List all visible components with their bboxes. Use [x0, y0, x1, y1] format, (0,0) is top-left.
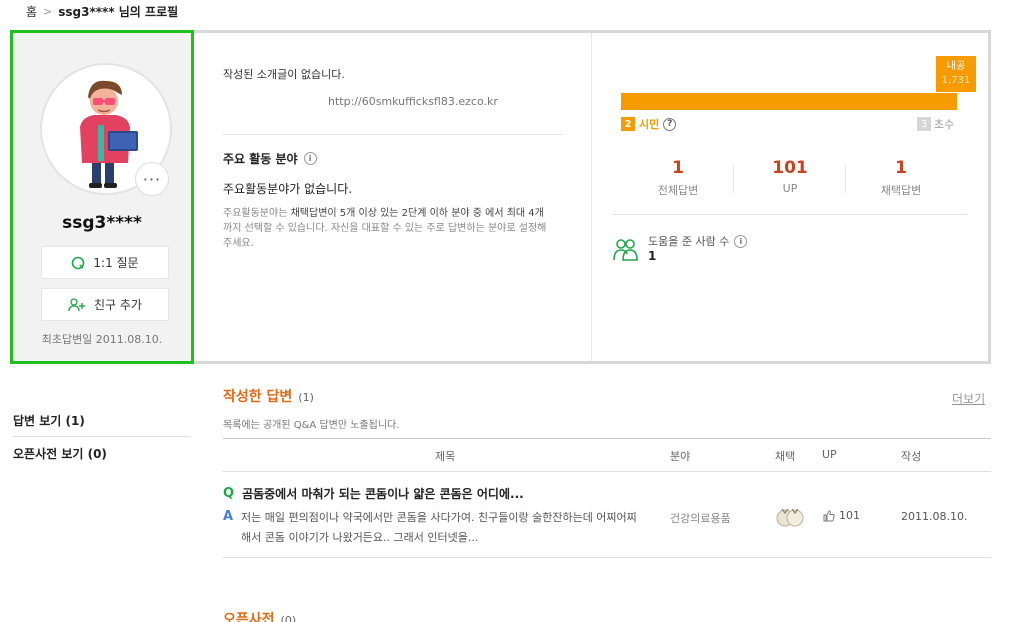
table-border [223, 557, 991, 558]
answers-section-title: 작성한 답변 (1) [223, 386, 314, 406]
main-field-description: 주요활동분야는 채택답변이 5개 이상 있는 2단계 이하 분야 중 에서 최대… [223, 206, 553, 251]
dict-section-title-text: 오픈사전 [223, 612, 275, 622]
stat-adopted-answers[interactable]: 1 채택답변 [845, 158, 957, 198]
menu-answers[interactable]: 답변 보기 (1) [13, 412, 191, 429]
add-friend-label: 친구 추가 [94, 298, 142, 312]
column-header-adopt: 채택 [775, 450, 796, 463]
grade-help-icon[interactable]: ? [663, 117, 677, 131]
table-border [223, 471, 991, 472]
row-field: 건강의료용품 [670, 512, 731, 525]
profile-nickname: ssg3**** [62, 213, 142, 233]
people-icon [613, 239, 638, 261]
grade-points-value: 1,731 [941, 75, 971, 86]
breadcrumb-current: ssg3**** 님의 프로필 [58, 5, 179, 19]
info-icon[interactable]: i [734, 234, 748, 248]
profile-card: ··· ssg3**** 1:1 질문 친구 추가 최초답변일 2011.08.… [10, 30, 194, 364]
stat-value: 101 [772, 158, 808, 178]
grade-current-number: 2 [621, 117, 635, 131]
main-field-empty: 주요활동분야가 없습니다. [223, 182, 353, 196]
stat-label: UP [782, 182, 798, 195]
grade-progress-fill [621, 93, 957, 110]
thumbs-up-icon [823, 510, 835, 521]
column-header-date: 작성 [901, 450, 922, 463]
profile-more-button[interactable]: ··· [135, 162, 169, 196]
answers-section-title-text: 작성한 답변 [223, 389, 293, 405]
profile-intro: 작성된 소개글이 없습니다. [223, 68, 345, 81]
row-up[interactable]: 101 [823, 509, 860, 522]
column-header-up: UP [822, 448, 837, 461]
breadcrumb-separator: > [43, 5, 53, 18]
answers-notice: 목록에는 공개된 Q&A 답변만 노출됩니다. [223, 420, 400, 431]
qna-question-label: 1:1 질문 [93, 256, 139, 270]
row-date: 2011.08.10. [901, 510, 968, 523]
menu-open-dictionary[interactable]: 오픈사전 보기 (0) [13, 445, 191, 462]
stat-value: 1 [672, 158, 684, 178]
column-header-field: 분야 [670, 450, 691, 463]
answers-section-count: (1) [298, 391, 314, 404]
add-friend-button[interactable]: 친구 추가 [41, 288, 169, 321]
column-divider [591, 33, 592, 361]
qna-question-button[interactable]: 1:1 질문 [41, 246, 169, 279]
helped-count-text: 도움을 준 사람 수 [648, 235, 730, 248]
grade-next-number: 3 [917, 117, 931, 131]
stat-value: 1 [895, 158, 907, 178]
table-row-question[interactable]: Q 곰돔중에서 마춰가 되는 콘돔이나 얇은 콘돔은 어디에... [223, 485, 524, 502]
first-answer-date: 최초답변일 2011.08.10. [41, 333, 163, 346]
desc-prefix: 주요활동분야는 [223, 208, 291, 219]
q-icon [72, 256, 85, 269]
divider [612, 214, 967, 215]
stat-label: 전체답변 [657, 184, 699, 197]
desc-bold: 채택답변이 5개 이상 있는 2단계 이하 분야 중 에서 최대 4개 [290, 208, 544, 219]
main-field-title: 주요 활동 분야 i [223, 150, 317, 167]
info-icon[interactable]: i [303, 152, 317, 165]
grade-progress-bar [621, 93, 957, 110]
answers-more-link[interactable]: 더보기 [952, 390, 985, 407]
dict-section-count: (0) [280, 614, 297, 622]
main-field-title-text: 주요 활동 분야 [223, 152, 298, 166]
grade-next: 3 초수 [917, 116, 954, 132]
stat-up[interactable]: 101 UP [734, 158, 846, 195]
desc-suffix: 까지 선택할 수 있습니다. 자신을 대표할 수 있는 주로 답변하는 분야로 … [223, 223, 547, 249]
grade-points-label: 내공 [946, 61, 966, 72]
adopted-medal-icon [776, 508, 804, 527]
answer-mark-icon: A [223, 509, 234, 524]
grade-current-name: 시민 [639, 118, 660, 131]
breadcrumb-home[interactable]: 홈 [26, 3, 37, 20]
divider [223, 134, 563, 135]
add-friend-icon [68, 297, 85, 311]
answer-excerpt[interactable]: 저는 매일 편의점이나 약국에서만 콘돔을 사다가여. 친구들이랑 술한잔하는데… [241, 508, 646, 548]
grade-next-name: 초수 [934, 118, 955, 131]
question-title[interactable]: 곰돔중에서 마춰가 되는 콘돔이나 얇은 콘돔은 어디에... [242, 485, 524, 502]
column-header-title: 제목 [435, 450, 456, 463]
question-mark-icon: Q [223, 486, 235, 501]
row-up-count: 101 [839, 509, 860, 522]
grade-points-bubble: 내공 1,731 [936, 56, 976, 92]
breadcrumb: 홈 > ssg3**** 님의 프로필 [26, 3, 178, 20]
helped-count-value: 1 [648, 249, 657, 263]
divider [13, 436, 191, 437]
profile-url[interactable]: http://60smkufficksfl83.ezco.kr [328, 95, 498, 108]
helped-count-label: 도움을 준 사람 수 i [648, 233, 748, 249]
stat-total-answers[interactable]: 1 전체답변 [622, 158, 734, 198]
grade-current: 2 시민 ? [621, 116, 677, 132]
dict-section-title: 오픈사전 (0) [223, 609, 296, 622]
table-border [223, 438, 991, 439]
stat-label: 채택답변 [880, 184, 922, 197]
